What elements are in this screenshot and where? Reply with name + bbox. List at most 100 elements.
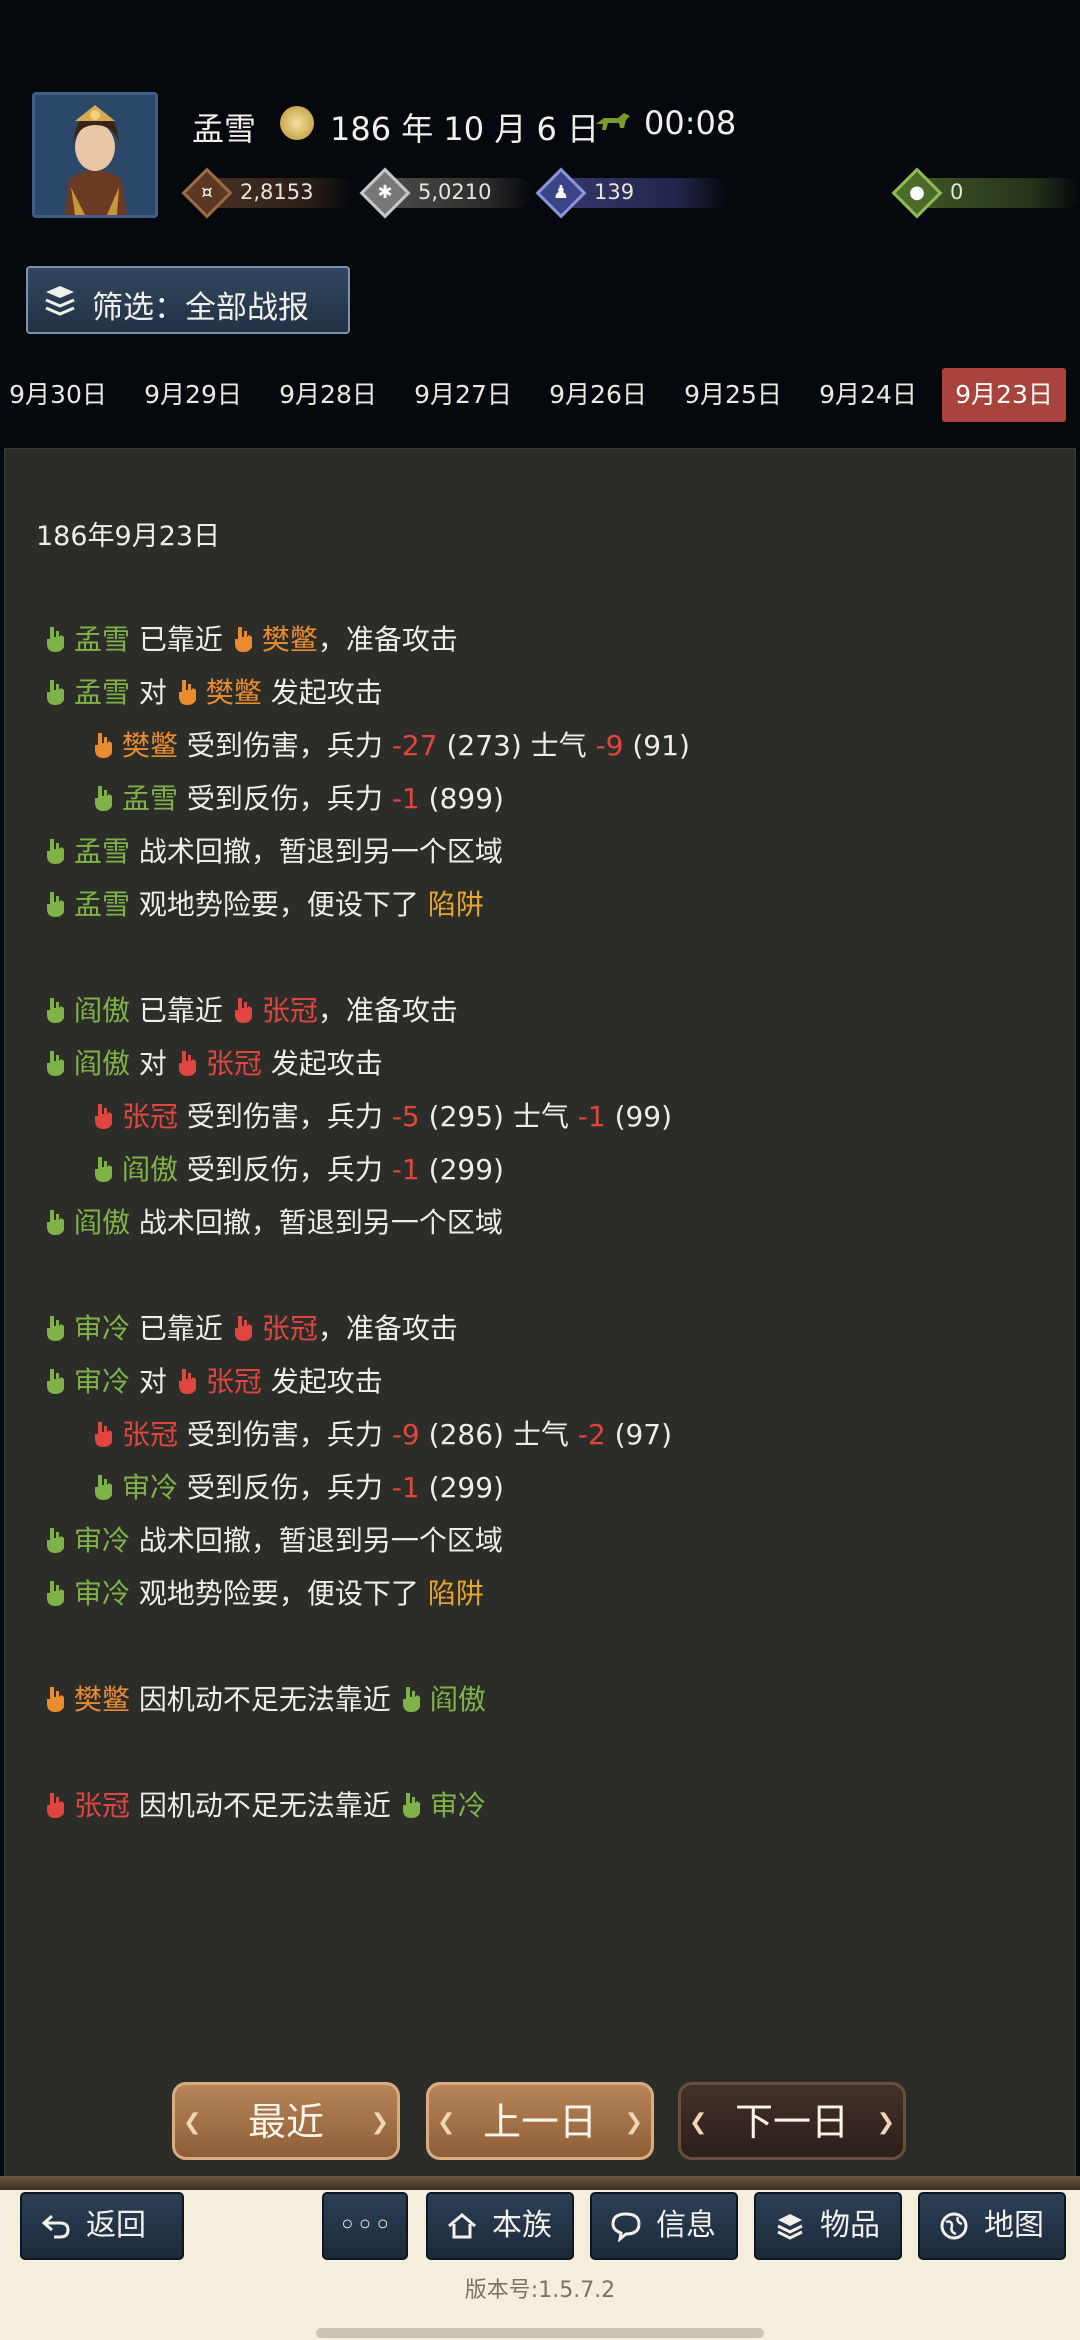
log-text: (273) 士气 xyxy=(437,729,596,762)
clan-button[interactable]: 本族 xyxy=(426,2192,574,2260)
map-button[interactable]: 地图 xyxy=(918,2192,1066,2260)
unit-name[interactable]: 孟雪 xyxy=(74,888,130,921)
filter-button[interactable]: 筛选：全部战报 xyxy=(26,266,350,334)
unit-name[interactable]: 孟雪 xyxy=(74,835,130,868)
more-button[interactable]: ◦◦◦ xyxy=(322,2192,408,2260)
tab-day[interactable]: 9月27日 xyxy=(401,368,525,422)
tab-day-active[interactable]: 9月23日 xyxy=(942,368,1066,422)
fist-icon xyxy=(234,627,252,652)
back-label: 返回 xyxy=(86,2208,146,2243)
version-label: 版本号:1.5.7.2 xyxy=(464,2278,616,2303)
unit-name[interactable]: 孟雪 xyxy=(74,676,130,709)
log-line: 阎傲 战术回撤，暂退到另一个区域 xyxy=(44,1203,503,1243)
log-text: (295) 士气 xyxy=(419,1100,578,1133)
prev-day-label: 上一日 xyxy=(482,2100,597,2144)
info-button[interactable]: 信息 xyxy=(590,2192,738,2260)
unit-name[interactable]: 审冷 xyxy=(74,1312,130,1345)
unit-name[interactable]: 樊鳖 xyxy=(262,623,318,656)
log-line: 审冷 已靠近 张冠，准备攻击 xyxy=(44,1309,458,1349)
soldier-glyph: ♟ xyxy=(552,182,570,203)
unit-name[interactable]: 张冠 xyxy=(74,1789,130,1822)
unit-name[interactable]: 张冠 xyxy=(262,1312,318,1345)
tab-day[interactable]: 9月30日 xyxy=(0,368,120,422)
unit-name[interactable]: 张冠 xyxy=(206,1047,262,1080)
chevron-right-icon: ❯ xyxy=(624,2110,643,2135)
fist-icon xyxy=(47,1581,64,1606)
fist-icon xyxy=(234,1316,252,1341)
fist-icon xyxy=(47,1793,64,1818)
resource-soldier[interactable]: ♟ 139 xyxy=(535,167,736,219)
unit-name[interactable]: 审冷 xyxy=(74,1577,130,1610)
unit-name[interactable]: 张冠 xyxy=(262,994,318,1027)
unit-name[interactable]: 审冷 xyxy=(74,1365,130,1398)
resource-bag[interactable]: ● 0 xyxy=(891,167,1080,219)
log-text: 战术回撤，暂退到另一个区域 xyxy=(130,1206,503,1239)
unit-name[interactable]: 张冠 xyxy=(206,1365,262,1398)
calendar-icon xyxy=(280,106,314,140)
tab-day[interactable]: 9月26日 xyxy=(536,368,660,422)
tab-day[interactable]: 9月29日 xyxy=(131,368,255,422)
unit-name[interactable]: 孟雪 xyxy=(74,623,130,656)
unit-name[interactable]: 樊鳖 xyxy=(122,729,178,762)
date-tabs: 9月30日 9月29日 9月28日 9月27日 9月26日 9月25日 9月24… xyxy=(0,368,1080,424)
unit-name[interactable]: 审冷 xyxy=(122,1471,178,1504)
log-value: -9 xyxy=(391,1418,420,1451)
gold-value: 2,8153 xyxy=(240,180,314,204)
unit-name[interactable]: 樊鳖 xyxy=(206,676,262,709)
fist-icon xyxy=(178,1369,196,1394)
unit-name[interactable]: 阎傲 xyxy=(74,1206,130,1239)
log-text: 发起攻击 xyxy=(261,676,383,709)
log-line: 孟雪 受到反伤，兵力 -1 (899) xyxy=(92,779,504,819)
unit-name[interactable]: 审冷 xyxy=(74,1524,130,1557)
log-text: 观地势险要，便设下了 xyxy=(130,888,428,921)
unit-name[interactable]: 阎傲 xyxy=(430,1683,486,1716)
fist-icon xyxy=(402,1687,420,1712)
prev-day-button[interactable]: ❮ 上一日 ❯ xyxy=(426,2082,654,2160)
back-button[interactable]: 返回 xyxy=(20,2192,184,2260)
items-button[interactable]: 物品 xyxy=(754,2192,902,2260)
fist-icon xyxy=(47,1369,64,1394)
log-text: ，准备攻击 xyxy=(317,1312,458,1345)
player-avatar[interactable] xyxy=(32,92,158,218)
log-text: 发起攻击 xyxy=(261,1365,383,1398)
log-text: 对 xyxy=(130,1365,176,1398)
unit-name[interactable]: 张冠 xyxy=(122,1418,178,1451)
fist-icon xyxy=(47,892,64,917)
log-text: 对 xyxy=(130,1047,176,1080)
fist-icon xyxy=(47,1528,64,1553)
tab-day[interactable]: 9月25日 xyxy=(671,368,795,422)
log-value: 陷阱 xyxy=(427,888,484,921)
log-text: 受到伤害，兵力 xyxy=(178,729,392,762)
log-line: 孟雪 对 樊鳖 发起攻击 xyxy=(44,673,383,713)
unit-name[interactable]: 孟雪 xyxy=(122,782,178,815)
log-text: 发起攻击 xyxy=(261,1047,383,1080)
home-indicator[interactable] xyxy=(316,2328,764,2338)
unit-name[interactable]: 阎傲 xyxy=(74,1047,130,1080)
chevron-right-icon: ❯ xyxy=(370,2110,389,2135)
log-text: 因机动不足无法靠近 xyxy=(130,1789,400,1822)
unit-name[interactable]: 阎傲 xyxy=(122,1153,178,1186)
recent-button[interactable]: ❮ 最近 ❯ xyxy=(172,2082,400,2160)
log-line: 张冠 因机动不足无法靠近 审冷 xyxy=(44,1786,486,1826)
resource-grain[interactable]: ✱ 5,0210 xyxy=(359,167,540,219)
unit-name[interactable]: 阎傲 xyxy=(74,994,130,1027)
layers-icon xyxy=(45,286,75,316)
log-text: 受到反伤，兵力 xyxy=(178,1153,392,1186)
grain-glyph: ✱ xyxy=(377,182,393,203)
log-line: 审冷 受到反伤，兵力 -1 (299) xyxy=(92,1468,504,1508)
log-text: (899) xyxy=(419,782,504,815)
log-value: -1 xyxy=(391,1153,420,1186)
unit-name[interactable]: 审冷 xyxy=(430,1789,486,1822)
tab-day[interactable]: 9月28日 xyxy=(266,368,390,422)
game-time: 00:08 xyxy=(644,104,737,142)
log-text: (299) xyxy=(419,1153,504,1186)
resource-gold[interactable]: ¤ 2,8153 xyxy=(181,167,362,219)
fist-icon xyxy=(178,1051,196,1076)
grain-value: 5,0210 xyxy=(418,180,492,204)
more-icon: ◦◦◦ xyxy=(338,2208,392,2243)
next-day-button[interactable]: ❮ 下一日 ❯ xyxy=(678,2082,906,2160)
coin-glyph: ¤ xyxy=(201,182,213,203)
unit-name[interactable]: 张冠 xyxy=(122,1100,178,1133)
tab-day[interactable]: 9月24日 xyxy=(806,368,930,422)
unit-name[interactable]: 樊鳖 xyxy=(74,1683,130,1716)
